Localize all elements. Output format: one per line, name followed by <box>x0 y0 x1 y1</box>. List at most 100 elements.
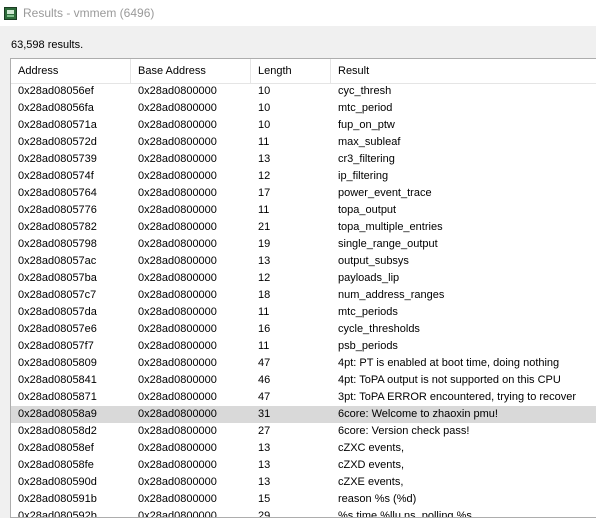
address-cell: 0x28ad08058fe <box>18 459 94 471</box>
base-address-cell: 0x28ad0800000 <box>138 510 217 518</box>
address-cell: 0x28ad08058d2 <box>18 425 97 437</box>
length-cell: 17 <box>258 187 271 199</box>
result-cell: cycle_thresholds <box>338 323 420 335</box>
base-address-cell: 0x28ad0800000 <box>138 306 217 318</box>
title-bar: Results - vmmem (6496) <box>0 0 596 26</box>
result-cell: power_event_trace <box>338 187 432 199</box>
results-list[interactable]: Address Base Address Length Result 0x28a… <box>10 58 596 518</box>
table-row[interactable]: 0x28ad08057ba 0x28ad0800000 12 payloads_lip <box>11 270 596 287</box>
table-row[interactable]: 0x28ad0805776 0x28ad0800000 11 topa_output <box>11 202 596 219</box>
result-cell: %s time %llu ns, polling %s <box>338 510 472 518</box>
table-row[interactable]: 0x28ad080572d 0x28ad0800000 11 max_subleaf <box>11 134 596 151</box>
base-address-cell: 0x28ad0800000 <box>138 289 217 301</box>
length-cell: 11 <box>258 136 270 148</box>
address-cell: 0x28ad0805809 <box>18 357 97 369</box>
table-row[interactable]: 0x28ad08058ef 0x28ad0800000 13 cZXC events, <box>11 440 596 457</box>
length-cell: 13 <box>258 153 271 165</box>
column-header-address[interactable]: Address <box>11 59 131 83</box>
app-icon <box>4 6 17 20</box>
length-cell: 31 <box>258 408 271 420</box>
table-row[interactable]: 0x28ad08056fa 0x28ad0800000 10 mtc_period <box>11 100 596 117</box>
base-address-cell: 0x28ad0800000 <box>138 238 217 250</box>
base-address-cell: 0x28ad0800000 <box>138 476 217 488</box>
table-row[interactable]: 0x28ad08057ac 0x28ad0800000 13 output_subsy… <box>11 253 596 270</box>
result-cell: 4pt: PT is enabled at boot time, doing n… <box>338 357 560 369</box>
base-address-cell: 0x28ad0800000 <box>138 425 217 437</box>
table-row[interactable]: 0x28ad080574f 0x28ad0800000 12 ip_filtering <box>11 168 596 185</box>
base-address-cell: 0x28ad0800000 <box>138 255 217 267</box>
address-cell: 0x28ad080572d <box>18 136 97 148</box>
length-cell: 13 <box>258 442 271 454</box>
address-cell: 0x28ad080574f <box>18 170 94 182</box>
result-cell: reason %s (%d) <box>338 493 417 505</box>
address-cell: 0x28ad080592b <box>18 510 97 518</box>
base-address-cell: 0x28ad0800000 <box>138 204 217 216</box>
result-cell: max_subleaf <box>338 136 401 148</box>
column-header-base-address[interactable]: Base Address <box>131 59 251 83</box>
base-address-cell: 0x28ad0800000 <box>138 221 217 233</box>
table-row[interactable]: 0x28ad0805841 0x28ad0800000 46 4pt: ToPA ou… <box>11 372 596 389</box>
table-row[interactable]: 0x28ad0805798 0x28ad0800000 19 single_range… <box>11 236 596 253</box>
table-row[interactable]: 0x28ad08058fe 0x28ad0800000 13 cZXD events, <box>11 457 596 474</box>
base-address-cell: 0x28ad0800000 <box>138 102 217 114</box>
table-row[interactable]: 0x28ad08057da 0x28ad0800000 11 mtc_periods <box>11 304 596 321</box>
address-cell: 0x28ad08057f7 <box>18 340 94 352</box>
base-address-cell: 0x28ad0800000 <box>138 459 217 471</box>
address-cell: 0x28ad080571a <box>18 119 97 131</box>
length-cell: 10 <box>258 85 271 97</box>
table-row[interactable]: 0x28ad0805764 0x28ad0800000 17 power_event_… <box>11 185 596 202</box>
address-cell: 0x28ad080591b <box>18 493 97 505</box>
base-address-cell: 0x28ad0800000 <box>138 153 217 165</box>
base-address-cell: 0x28ad0800000 <box>138 442 217 454</box>
table-row[interactable]: 0x28ad08056ef 0x28ad0800000 10 cyc_thresh <box>11 83 596 100</box>
result-cell: num_address_ranges <box>338 289 445 301</box>
address-cell: 0x28ad08057da <box>18 306 97 318</box>
result-cell: ip_filtering <box>338 170 389 182</box>
table-row[interactable]: 0x28ad0805782 0x28ad0800000 21 topa_multipl… <box>11 219 596 236</box>
table-row[interactable]: 0x28ad08058d2 0x28ad0800000 27 6core: Versi… <box>11 423 596 440</box>
result-cell: payloads_lip <box>338 272 400 284</box>
address-cell: 0x28ad08056ef <box>18 85 94 97</box>
result-cell: fup_on_ptw <box>338 119 395 131</box>
address-cell: 0x28ad0805871 <box>18 391 97 403</box>
table-row[interactable]: 0x28ad0805739 0x28ad0800000 13 cr3_filterin… <box>11 151 596 168</box>
address-cell: 0x28ad0805841 <box>18 374 97 386</box>
results-count: 63,598 results. <box>11 39 84 51</box>
result-cell: psb_periods <box>338 340 398 352</box>
address-cell: 0x28ad08057c7 <box>18 289 97 301</box>
table-row[interactable]: 0x28ad080592b 0x28ad0800000 29 %s time %llu… <box>11 508 596 518</box>
base-address-cell: 0x28ad0800000 <box>138 374 217 386</box>
table-row[interactable]: 0x28ad080571a 0x28ad0800000 10 fup_on_ptw <box>11 117 596 134</box>
result-cell: topa_multiple_entries <box>338 221 443 233</box>
length-cell: 11 <box>258 204 270 216</box>
column-header-length[interactable]: Length <box>251 59 331 83</box>
base-address-cell: 0x28ad0800000 <box>138 493 217 505</box>
table-row[interactable]: 0x28ad0805809 0x28ad0800000 47 4pt: PT is e… <box>11 355 596 372</box>
length-cell: 10 <box>258 119 271 131</box>
table-row[interactable]: 0x28ad08057f7 0x28ad0800000 11 psb_periods <box>11 338 596 355</box>
length-cell: 10 <box>258 102 271 114</box>
table-row[interactable]: 0x28ad08058a9 0x28ad0800000 31 6core: Welco… <box>11 406 596 423</box>
result-cell: mtc_period <box>338 102 393 114</box>
result-cell: 4pt: ToPA output is not supported on thi… <box>338 374 561 386</box>
address-cell: 0x28ad0805776 <box>18 204 97 216</box>
result-cell: mtc_periods <box>338 306 398 318</box>
table-row[interactable]: 0x28ad08057e6 0x28ad0800000 16 cycle_thresh… <box>11 321 596 338</box>
length-cell: 15 <box>258 493 271 505</box>
column-header-result[interactable]: Result <box>331 59 596 83</box>
address-cell: 0x28ad08057ba <box>18 272 97 284</box>
base-address-cell: 0x28ad0800000 <box>138 391 217 403</box>
table-row[interactable]: 0x28ad080591b 0x28ad0800000 15 reason %s (%… <box>11 491 596 508</box>
length-cell: 27 <box>258 425 271 437</box>
address-cell: 0x28ad08057e6 <box>18 323 97 335</box>
table-row[interactable]: 0x28ad0805871 0x28ad0800000 47 3pt: ToPA ER… <box>11 389 596 406</box>
window-title: Results - vmmem (6496) <box>23 6 155 20</box>
address-cell: 0x28ad080590d <box>18 476 97 488</box>
length-cell: 46 <box>258 374 271 386</box>
table-row[interactable]: 0x28ad080590d 0x28ad0800000 13 cZXE events, <box>11 474 596 491</box>
table-row[interactable]: 0x28ad08057c7 0x28ad0800000 18 num_address_… <box>11 287 596 304</box>
length-cell: 47 <box>258 391 271 403</box>
length-cell: 11 <box>258 306 270 318</box>
address-cell: 0x28ad08058ef <box>18 442 94 454</box>
base-address-cell: 0x28ad0800000 <box>138 340 217 352</box>
